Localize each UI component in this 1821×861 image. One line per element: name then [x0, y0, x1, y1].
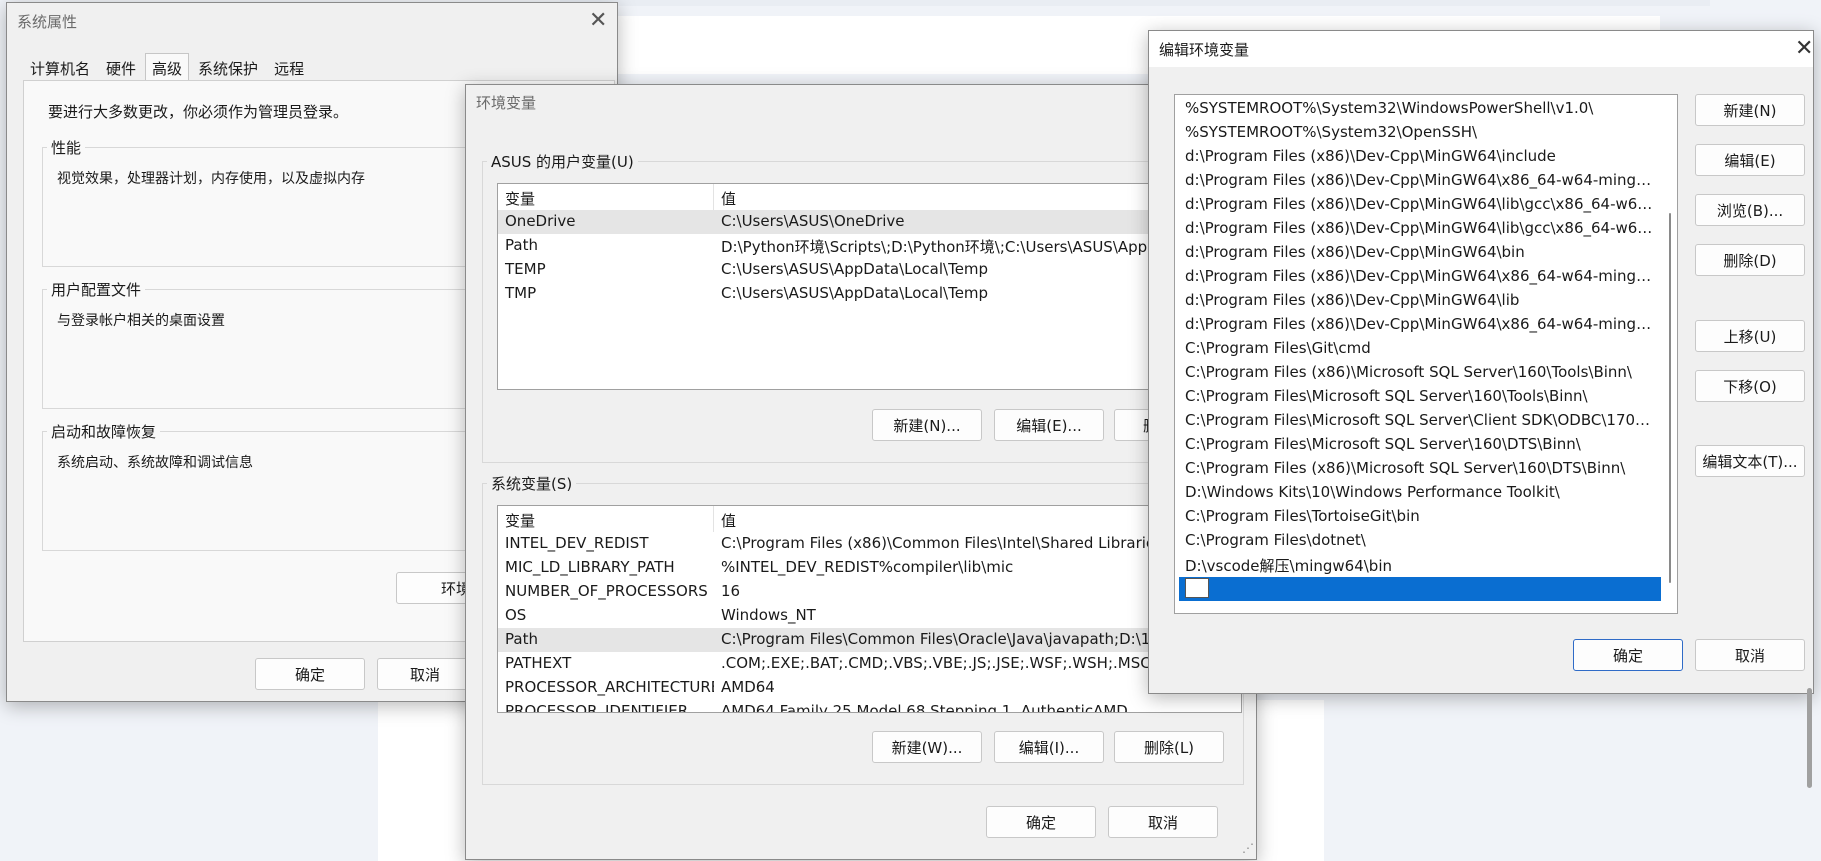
variable-name: MIC_LD_LIBRARY_PATH	[505, 558, 675, 576]
variable-name: PROCESSOR_IDENTIFIER	[505, 702, 689, 713]
ok-button[interactable]: 确定	[255, 658, 365, 690]
performance-label: 性能	[47, 137, 86, 158]
resize-grip-icon[interactable]: ⋰	[1242, 841, 1254, 855]
tab-remote[interactable]: 远程	[267, 53, 311, 83]
list-item[interactable]: d:\Program Files (x86)\Dev-Cpp\MinGW64\x…	[1179, 265, 1661, 289]
user-new-button[interactable]: 新建(N)...	[872, 409, 982, 441]
close-icon[interactable]: ✕	[589, 8, 607, 33]
list-item[interactable]: d:\Program Files (x86)\Dev-Cpp\MinGW64\x…	[1179, 313, 1661, 337]
new-entry-input[interactable]	[1185, 578, 1209, 598]
window-title: 编辑环境变量	[1159, 41, 1250, 59]
table-row[interactable]: TEMP C:\Users\ASUS\AppData\Local\Temp	[498, 258, 1241, 282]
variable-name: Path	[505, 236, 538, 254]
list-item[interactable]: d:\Program Files (x86)\Dev-Cpp\MinGW64\i…	[1179, 145, 1661, 169]
tab-system-protection[interactable]: 系统保护	[191, 53, 265, 83]
user-variables-header: 变量 值	[498, 184, 1241, 210]
browse-button[interactable]: 浏览(B)...	[1695, 194, 1805, 226]
edit-text-button[interactable]: 编辑文本(T)...	[1695, 445, 1805, 477]
list-item[interactable]: d:\Program Files (x86)\Dev-Cpp\MinGW64\l…	[1179, 289, 1661, 313]
new-button[interactable]: 新建(N)	[1695, 94, 1805, 126]
scrollbar-thumb[interactable]	[1669, 213, 1671, 583]
table-row[interactable]: Path D:\Python环境\Scripts\;D:\Python环境\;C…	[498, 234, 1241, 258]
system-delete-button[interactable]: 删除(L)	[1114, 731, 1224, 763]
variable-name: PROCESSOR_ARCHITECTURE	[505, 678, 714, 696]
list-item[interactable]: C:\Program Files\dotnet\	[1179, 529, 1661, 553]
list-item[interactable]: C:\Program Files\Microsoft SQL Server\Cl…	[1179, 409, 1661, 433]
environment-variables-window: 环境变量 ASUS 的用户变量(U) 变量 值 OneDrive C:\User…	[465, 84, 1257, 860]
table-row[interactable]: NUMBER_OF_PROCESSORS 16	[498, 580, 1241, 604]
user-profiles-label: 用户配置文件	[47, 279, 146, 300]
table-row[interactable]: INTEL_DEV_REDIST C:\Program Files (x86)\…	[498, 532, 1241, 556]
window-title: 环境变量	[476, 94, 537, 112]
performance-description: 视觉效果，处理器计划，内存使用，以及虚拟内存	[57, 171, 365, 187]
variable-name: OS	[505, 606, 527, 624]
list-item[interactable]: d:\Program Files (x86)\Dev-Cpp\MinGW64\b…	[1179, 241, 1661, 265]
list-scrollbar[interactable]	[1665, 95, 1675, 613]
move-down-button[interactable]: 下移(O)	[1695, 370, 1805, 402]
system-edit-button[interactable]: 编辑(I)...	[994, 731, 1104, 763]
list-item[interactable]: C:\Program Files\Microsoft SQL Server\16…	[1179, 385, 1661, 409]
cancel-button[interactable]: 取消	[1108, 806, 1218, 838]
table-row[interactable]: OS Windows_NT	[498, 604, 1241, 628]
cancel-button[interactable]: 取消	[377, 658, 473, 690]
edit-button[interactable]: 编辑(E)	[1695, 144, 1805, 176]
system-variables-header: 变量 值	[498, 506, 1241, 532]
list-item[interactable]: C:\Program Files\Git\cmd	[1179, 337, 1661, 361]
table-row[interactable]: PROCESSOR_IDENTIFIER AMD64 Family 25 Mod…	[498, 700, 1241, 713]
system-variables-label: 系统变量(S)	[487, 473, 577, 494]
variable-name: PATHEXT	[505, 654, 572, 672]
system-variables-list[interactable]: 变量 值 INTEL_DEV_REDIST C:\Program Files (…	[497, 505, 1242, 713]
list-item[interactable]: d:\Program Files (x86)\Dev-Cpp\MinGW64\x…	[1179, 169, 1661, 193]
column-header-variable[interactable]: 变量	[498, 184, 714, 210]
admin-notice: 要进行大多数更改，你必须作为管理员登录。	[48, 103, 349, 121]
startup-recovery-label: 启动和故障恢复	[47, 421, 161, 442]
list-item[interactable]: C:\Program Files (x86)\Microsoft SQL Ser…	[1179, 457, 1661, 481]
tab-hardware[interactable]: 硬件	[99, 53, 143, 83]
path-entries-list[interactable]: %SYSTEMROOT%\System32\WindowsPowerShell\…	[1174, 94, 1678, 614]
tab-advanced[interactable]: 高级	[145, 53, 190, 83]
cancel-button[interactable]: 取消	[1695, 639, 1805, 671]
list-item[interactable]: d:\Program Files (x86)\Dev-Cpp\MinGW64\l…	[1179, 193, 1661, 217]
variable-name: INTEL_DEV_REDIST	[505, 534, 649, 552]
system-new-button[interactable]: 新建(W)...	[872, 731, 982, 763]
list-item[interactable]: %SYSTEMROOT%\System32\WindowsPowerShell\…	[1179, 97, 1661, 121]
user-variables-list[interactable]: 变量 值 OneDrive C:\Users\ASUS\OneDrive Pat…	[497, 183, 1242, 390]
variable-name: TMP	[505, 284, 537, 302]
table-row[interactable]: TMP C:\Users\ASUS\AppData\Local\Temp	[498, 282, 1241, 306]
move-up-button[interactable]: 上移(U)	[1695, 320, 1805, 352]
new-entry-row[interactable]	[1179, 577, 1661, 601]
user-variables-label: ASUS 的用户变量(U)	[487, 151, 638, 172]
list-item[interactable]: C:\Program Files\Microsoft SQL Server\16…	[1179, 433, 1661, 457]
window-title: 系统属性	[17, 13, 78, 31]
variable-name: Path	[505, 630, 538, 648]
startup-recovery-description: 系统启动、系统故障和调试信息	[57, 455, 253, 471]
variable-name: NUMBER_OF_PROCESSORS	[505, 582, 708, 600]
table-row[interactable]: PATHEXT .COM;.EXE;.BAT;.CMD;.VBS;.VBE;.J…	[498, 652, 1241, 676]
background-window-top	[560, 0, 1710, 6]
variable-name: TEMP	[505, 260, 546, 278]
column-header-variable[interactable]: 变量	[498, 506, 714, 532]
table-row[interactable]: PROCESSOR_ARCHITECTURE AMD64	[498, 676, 1241, 700]
list-item[interactable]: %SYSTEMROOT%\System32\OpenSSH\	[1179, 121, 1661, 145]
table-row[interactable]: Path C:\Program Files\Common Files\Oracl…	[498, 628, 1241, 652]
page-scrollbar-thumb[interactable]	[1807, 688, 1812, 788]
table-row[interactable]: OneDrive C:\Users\ASUS\OneDrive	[498, 210, 1241, 234]
tab-computer-name[interactable]: 计算机名	[23, 53, 97, 83]
list-item[interactable]: C:\Program Files (x86)\Microsoft SQL Ser…	[1179, 361, 1661, 385]
list-item[interactable]: C:\Program Files\TortoiseGit\bin	[1179, 505, 1661, 529]
variable-name: OneDrive	[505, 212, 576, 230]
table-row[interactable]: MIC_LD_LIBRARY_PATH %INTEL_DEV_REDIST%co…	[498, 556, 1241, 580]
list-item[interactable]: d:\Program Files (x86)\Dev-Cpp\MinGW64\l…	[1179, 217, 1661, 241]
ok-button[interactable]: 确定	[986, 806, 1096, 838]
user-profiles-description: 与登录帐户相关的桌面设置	[57, 313, 225, 329]
tab-strip: 计算机名 硬件 高级 系统保护 远程	[23, 53, 313, 83]
list-item[interactable]: D:\vscode解压\mingw64\bin	[1179, 553, 1661, 577]
ok-button[interactable]: 确定	[1573, 639, 1683, 671]
close-icon[interactable]: ✕	[1795, 36, 1813, 61]
variable-value: AMD64 Family 25 Model 68 Stepping 1, Aut…	[721, 702, 1128, 713]
user-edit-button[interactable]: 编辑(E)...	[994, 409, 1104, 441]
delete-button[interactable]: 删除(D)	[1695, 244, 1805, 276]
list-item[interactable]: D:\Windows Kits\10\Windows Performance T…	[1179, 481, 1661, 505]
